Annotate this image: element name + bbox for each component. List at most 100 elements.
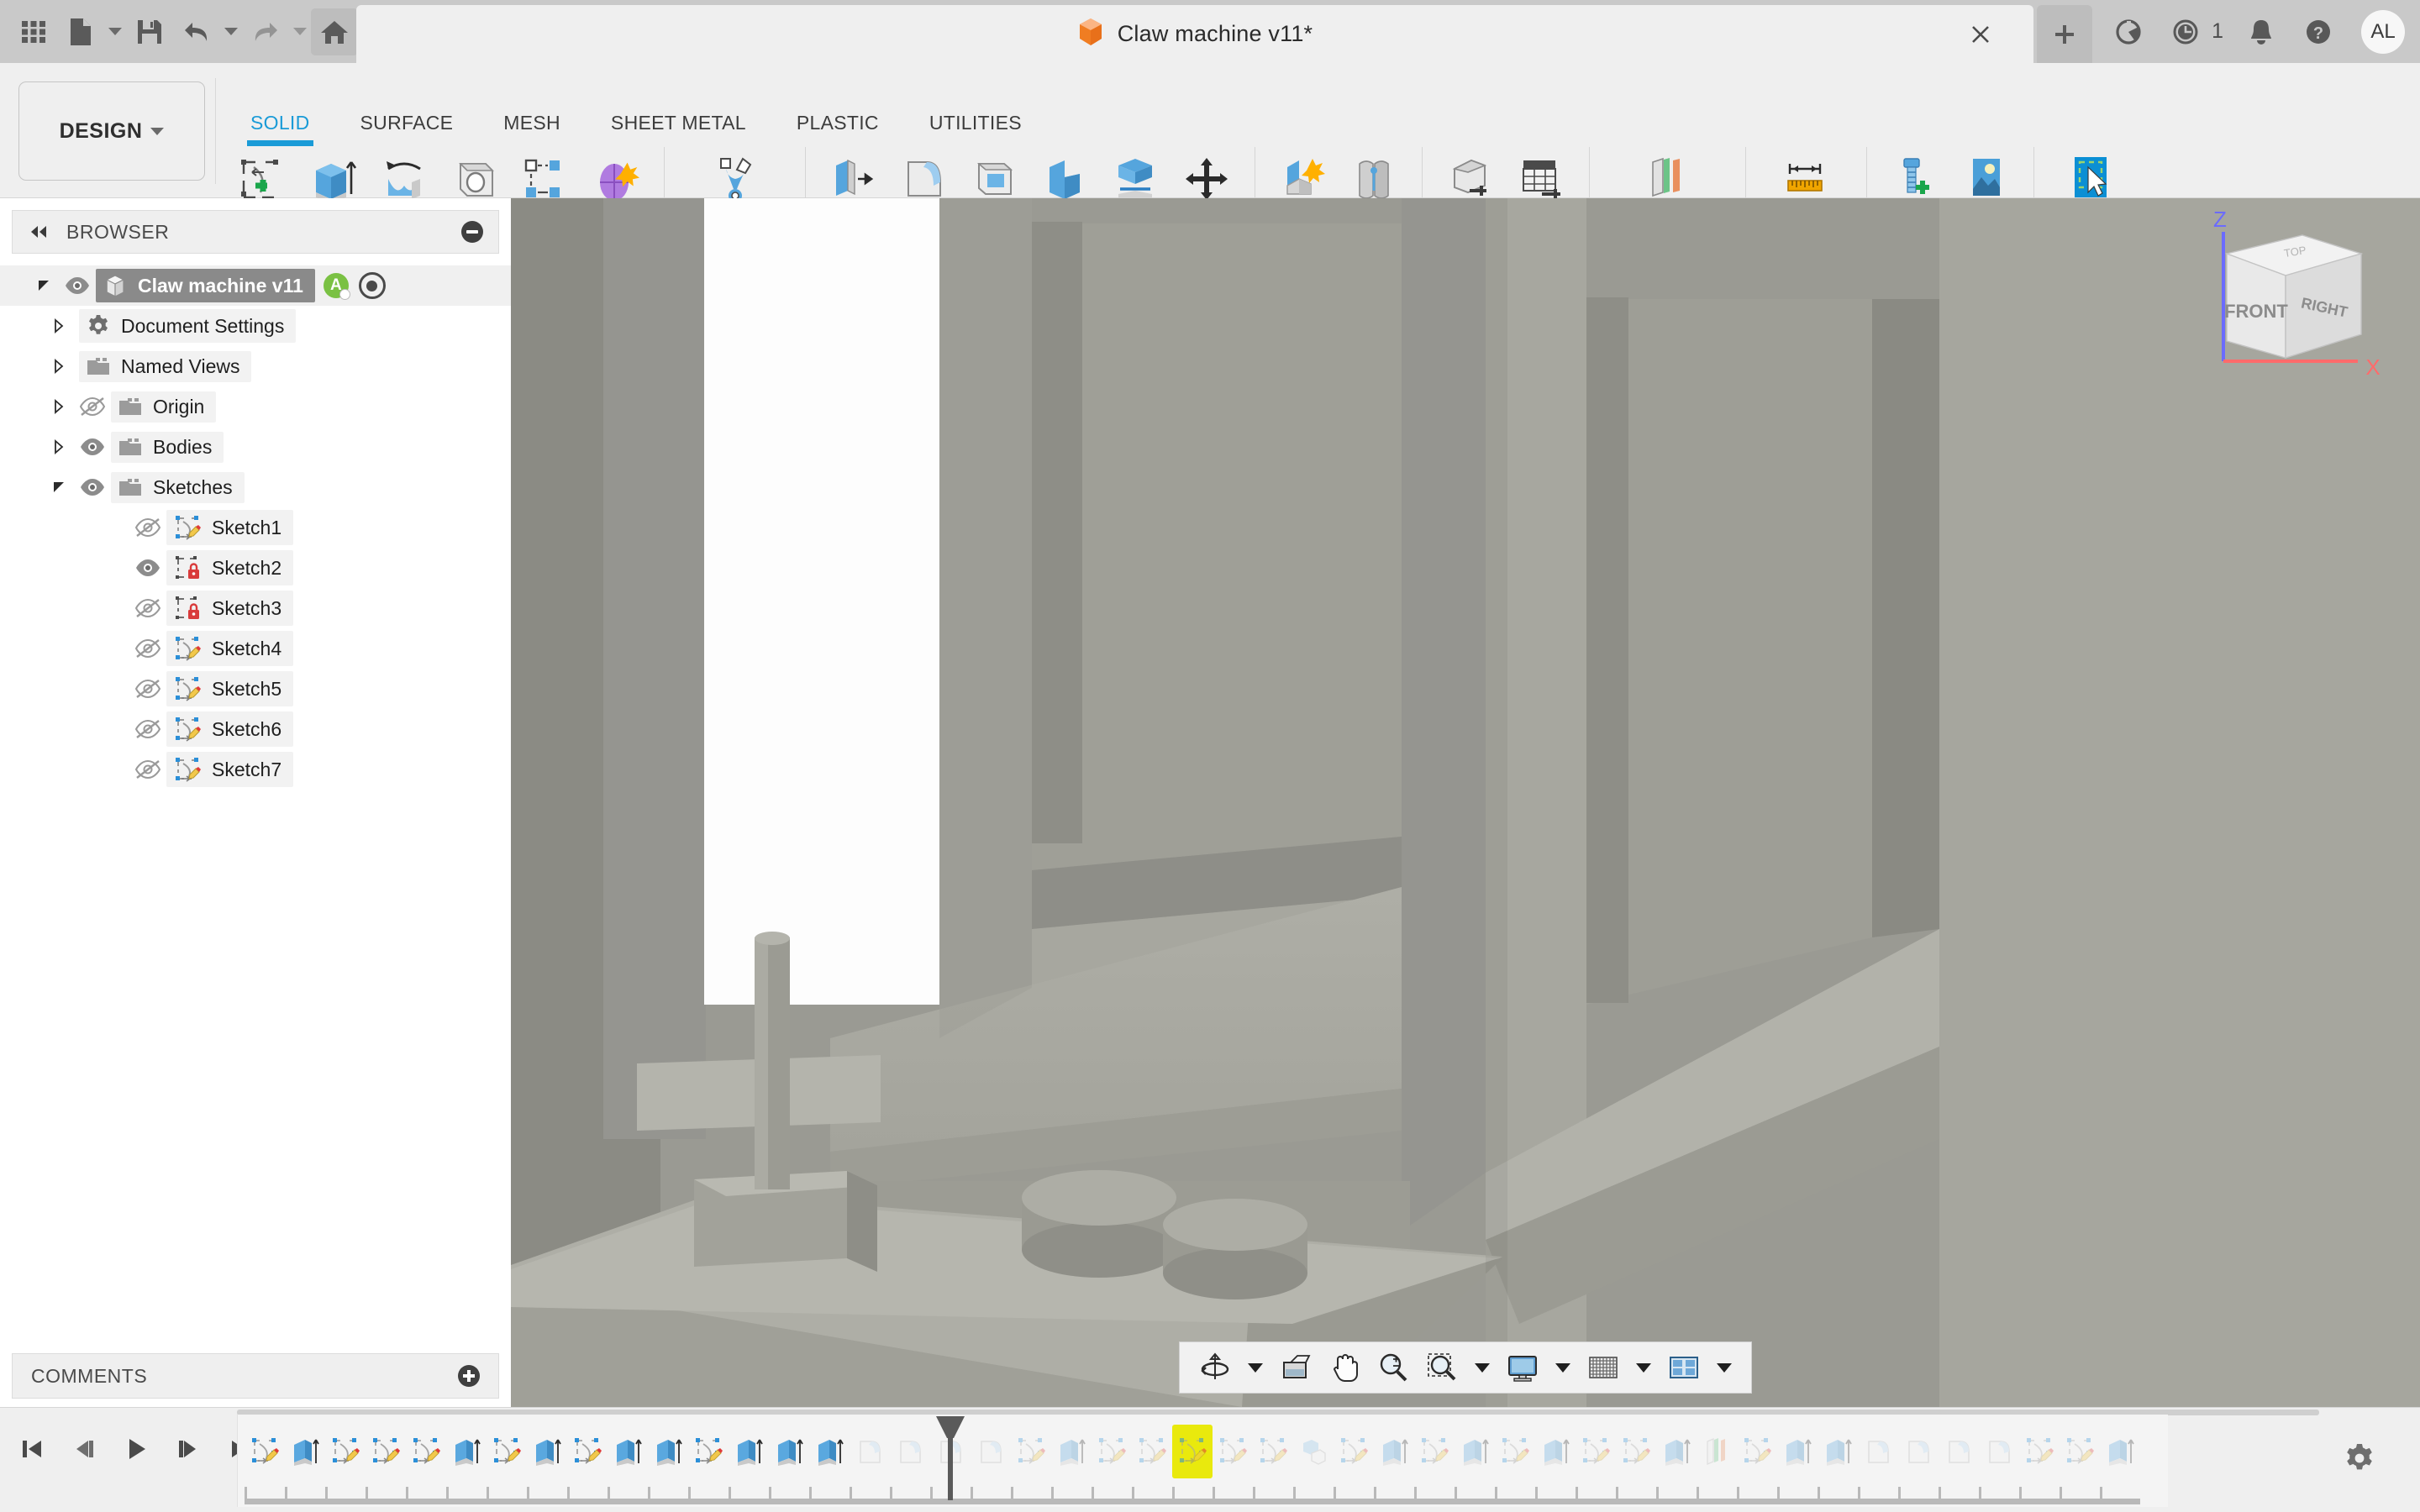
viewports-icon[interactable] [1660, 1343, 1707, 1392]
view-cube[interactable]: Z X FRONT RIGHT TOP [2202, 210, 2395, 386]
timeline-feature-sketch[interactable] [2060, 1425, 2100, 1478]
zoom-window-icon[interactable] [1418, 1343, 1465, 1392]
timeline-feature-extrude[interactable] [1818, 1425, 1858, 1478]
timeline-settings-gear-icon[interactable] [2343, 1441, 2376, 1479]
timeline-feature-fillet[interactable] [1898, 1425, 1939, 1478]
timeline-feature-sketch[interactable] [567, 1425, 608, 1478]
orbit-icon[interactable] [1192, 1343, 1239, 1392]
expander-expand-icon[interactable] [44, 386, 74, 427]
redo-dropdown-caret[interactable] [289, 8, 311, 55]
eye-visible-icon[interactable] [129, 548, 166, 588]
expander-collapse-icon[interactable] [44, 467, 74, 507]
expander-expand-icon[interactable] [44, 306, 74, 346]
timeline-feature-extrude[interactable] [1374, 1425, 1414, 1478]
new-tab-button[interactable] [2037, 5, 2092, 63]
timeline-feature-fillet[interactable] [890, 1425, 930, 1478]
save-icon[interactable] [126, 8, 173, 55]
eye-hidden-icon[interactable] [129, 669, 166, 709]
timeline-feature-sketch[interactable] [2019, 1425, 2060, 1478]
orbit-dropdown-caret[interactable] [1248, 1363, 1263, 1373]
timeline-feature-sketch[interactable] [1253, 1425, 1293, 1478]
timeline-marker[interactable] [931, 1416, 939, 1504]
timeline-feature-sketch[interactable] [1334, 1425, 1374, 1478]
display-settings-icon[interactable] [1499, 1343, 1546, 1392]
go-to-beginning-icon[interactable] [8, 1423, 55, 1475]
tab-surface[interactable]: SURFACE [335, 112, 479, 134]
grid-snaps-icon[interactable] [1580, 1343, 1627, 1392]
eye-hidden-icon[interactable] [129, 588, 166, 628]
timeline-track[interactable] [237, 1415, 2168, 1507]
pan-icon[interactable] [1321, 1343, 1368, 1392]
tree-node-chip[interactable]: Sketch6 [166, 711, 293, 747]
tree-row-origin[interactable]: Origin [0, 386, 511, 427]
undo-icon[interactable] [173, 8, 220, 55]
timeline-feature-sketch[interactable] [1737, 1425, 1777, 1478]
help-icon[interactable]: ? [2299, 13, 2338, 51]
timeline-feature-extrude[interactable] [1535, 1425, 1576, 1478]
viewports-dropdown-caret[interactable] [1717, 1363, 1732, 1373]
job-status-icon[interactable] [2166, 13, 2205, 51]
timeline-feature-sketch[interactable] [688, 1425, 729, 1478]
tree-row-document-settings[interactable]: Document Settings [0, 306, 511, 346]
tree-node-chip[interactable]: Sketch3 [166, 591, 293, 626]
new-file-icon[interactable] [57, 8, 104, 55]
tree-node-chip[interactable]: Sketch4 [166, 631, 293, 666]
plus-circle-icon[interactable] [458, 1365, 480, 1387]
tree-node-chip[interactable]: Bodies [111, 432, 224, 463]
timeline-feature-extrude[interactable] [769, 1425, 809, 1478]
timeline-feature-sketch[interactable] [1011, 1425, 1051, 1478]
tree-row-sketch4[interactable]: Sketch4 [0, 628, 511, 669]
timeline-feature-extrude[interactable] [608, 1425, 648, 1478]
timeline-feature-extrude[interactable] [285, 1425, 325, 1478]
fit-dropdown-caret[interactable] [1475, 1363, 1490, 1373]
timeline-feature-extrude[interactable] [1051, 1425, 1092, 1478]
timeline-feature-extrude[interactable] [527, 1425, 567, 1478]
timeline-feature-sketch[interactable] [1414, 1425, 1455, 1478]
tab-plastic[interactable]: PLASTIC [771, 112, 904, 134]
timeline-feature-sketch[interactable] [487, 1425, 527, 1478]
notifications-icon[interactable] [2242, 13, 2281, 51]
undo-dropdown-caret[interactable] [220, 8, 242, 55]
timeline-feature-extrude[interactable] [1656, 1425, 1697, 1478]
timeline-feature-fillet[interactable] [1939, 1425, 1979, 1478]
timeline-feature-offset-plane[interactable] [1697, 1425, 1737, 1478]
tree-node-chip[interactable]: Sketch1 [166, 510, 293, 545]
timeline-feature-sketch[interactable] [1576, 1425, 1616, 1478]
eye-hidden-icon[interactable] [74, 386, 111, 427]
tree-row-bodies[interactable]: Bodies [0, 427, 511, 467]
close-icon[interactable] [1966, 20, 1995, 49]
tree-row-sketch2[interactable]: Sketch2 [0, 548, 511, 588]
expander-expand-icon[interactable] [44, 346, 74, 386]
expander-collapse-icon[interactable] [29, 265, 59, 306]
extensions-icon[interactable] [2109, 13, 2148, 51]
tab-mesh[interactable]: MESH [478, 112, 586, 134]
timeline-feature-sketch[interactable] [1132, 1425, 1172, 1478]
timeline-feature-fillet[interactable] [850, 1425, 890, 1478]
new-file-dropdown-caret[interactable] [104, 8, 126, 55]
expander-expand-icon[interactable] [44, 427, 74, 467]
tree-node-chip[interactable]: Document Settings [79, 309, 296, 343]
eye-hidden-icon[interactable] [129, 628, 166, 669]
tree-node-chip[interactable]: Sketch7 [166, 752, 293, 787]
timeline-feature-extrude[interactable] [648, 1425, 688, 1478]
eye-hidden-icon[interactable] [129, 749, 166, 790]
timeline-feature-sketch[interactable] [1172, 1425, 1213, 1478]
grid-dropdown-caret[interactable] [1636, 1363, 1651, 1373]
tree-node-chip[interactable]: Sketch2 [166, 550, 293, 585]
eye-hidden-icon[interactable] [129, 507, 166, 548]
tree-row-sketch7[interactable]: Sketch7 [0, 749, 511, 790]
step-back-icon[interactable] [60, 1423, 108, 1475]
tree-row-sketch3[interactable]: Sketch3 [0, 588, 511, 628]
timeline-feature-fillet[interactable] [971, 1425, 1011, 1478]
timeline-feature-extrude[interactable] [729, 1425, 769, 1478]
timeline-feature-sketch[interactable] [1213, 1425, 1253, 1478]
tree-row-sketch6[interactable]: Sketch6 [0, 709, 511, 749]
avatar[interactable]: AL [2361, 10, 2405, 54]
tree-node-chip[interactable]: Origin [111, 391, 216, 423]
timeline-feature-sketch[interactable] [1616, 1425, 1656, 1478]
timeline-feature-sketch[interactable] [1495, 1425, 1535, 1478]
timeline-feature-extrude[interactable] [1777, 1425, 1818, 1478]
comments-panel[interactable]: COMMENTS [12, 1353, 499, 1399]
play-icon[interactable] [113, 1423, 160, 1475]
document-tab[interactable]: Claw machine v11* [356, 5, 2033, 63]
